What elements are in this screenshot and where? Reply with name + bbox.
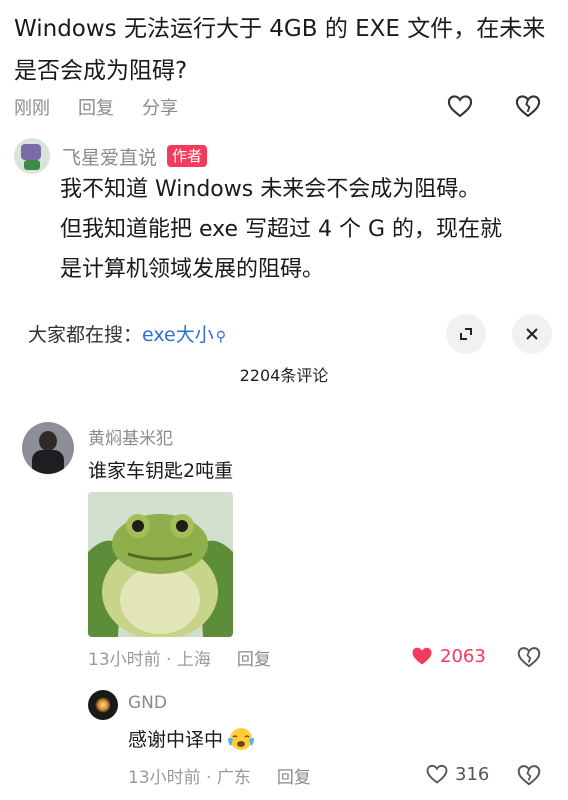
search-term-link[interactable]: exe大小 [142, 324, 214, 346]
broken-heart-icon [517, 765, 541, 786]
collapse-icon [460, 328, 472, 340]
reply-avatar[interactable] [88, 690, 118, 720]
reply-like-count: 316 [455, 763, 490, 785]
comment-like-button[interactable]: 2063 [410, 644, 486, 668]
reply-dislike-button[interactable] [516, 762, 542, 792]
comment-image[interactable] [88, 492, 233, 637]
close-icon [526, 328, 538, 340]
comments-header: 大家都在搜：exe大小 ⚲ [0, 310, 568, 362]
reply-like-button[interactable]: 316 [425, 762, 489, 786]
author-badge: 作者 [167, 145, 208, 167]
question-share-button[interactable]: 分享 [142, 94, 178, 120]
comments-count: 2204条评论 [239, 366, 329, 385]
answer-line: 是计算机领域发展的阻碍。 [60, 257, 325, 282]
dislike-button[interactable] [514, 92, 542, 124]
author-answer-text: 我不知道 Windows 未来会不会成为阻碍。 但我知道能把 exe 写超过 4… [60, 170, 550, 290]
reply-time-location: 13小时前 · 广东 [128, 768, 251, 788]
tears-emoji-icon [228, 727, 255, 750]
heart-filled-icon [412, 647, 432, 665]
author-row: 飞星爱直说 作者 [14, 138, 208, 174]
search-icon: ⚲ [215, 329, 226, 345]
frog-image [88, 492, 233, 637]
reply-reply-button[interactable]: 回复 [277, 763, 311, 788]
heart-outline-icon [447, 95, 473, 118]
reply-user-name[interactable]: GND [128, 693, 167, 713]
like-button[interactable] [446, 92, 474, 124]
answer-line: 我不知道 Windows 未来会不会成为阻碍。 [60, 177, 481, 202]
reply-text-row: 感谢中译中 [128, 725, 257, 752]
search-prefix: 大家都在搜： [28, 324, 143, 346]
broken-heart-icon [515, 95, 541, 118]
comment-dislike-button[interactable] [516, 644, 542, 674]
question-meta: 刚刚 回复 分享 [14, 92, 206, 122]
comment-like-count: 2063 [440, 645, 486, 667]
comment-time-location: 13小时前 · 上海 [88, 650, 211, 670]
broken-heart-icon [517, 647, 541, 668]
reply-meta: 13小时前 · 广东 回复 [128, 763, 311, 788]
question-time: 刚刚 [14, 98, 50, 119]
answer-panel: Windows 无法运行大于 4GB 的 EXE 文件，在未来是否会成为阻碍? … [0, 0, 568, 310]
author-avatar[interactable] [14, 138, 50, 174]
author-name[interactable]: 飞星爱直说 [62, 143, 157, 170]
avatar[interactable] [22, 422, 74, 474]
answer-line: 但我知道能把 exe 写超过 4 个 G 的，现在就 [60, 217, 503, 242]
close-button[interactable] [512, 314, 552, 354]
comment-text: 谁家车钥匙2吨重 [88, 460, 234, 482]
reply-text: 感谢中译中 [128, 729, 224, 751]
question-actions [446, 92, 542, 124]
question-reply-button[interactable]: 回复 [78, 94, 114, 120]
comment-reply-button[interactable]: 回复 [237, 645, 271, 670]
search-suggestion[interactable]: 大家都在搜：exe大小 ⚲ [28, 320, 226, 347]
question-text: Windows 无法运行大于 4GB 的 EXE 文件，在未来是否会成为阻碍? [14, 16, 546, 84]
comment-meta: 13小时前 · 上海 回复 [88, 645, 271, 670]
heart-outline-icon [426, 764, 448, 784]
comment-user-name[interactable]: 黄焖基米犯 [88, 424, 173, 449]
collapse-button[interactable] [446, 314, 486, 354]
